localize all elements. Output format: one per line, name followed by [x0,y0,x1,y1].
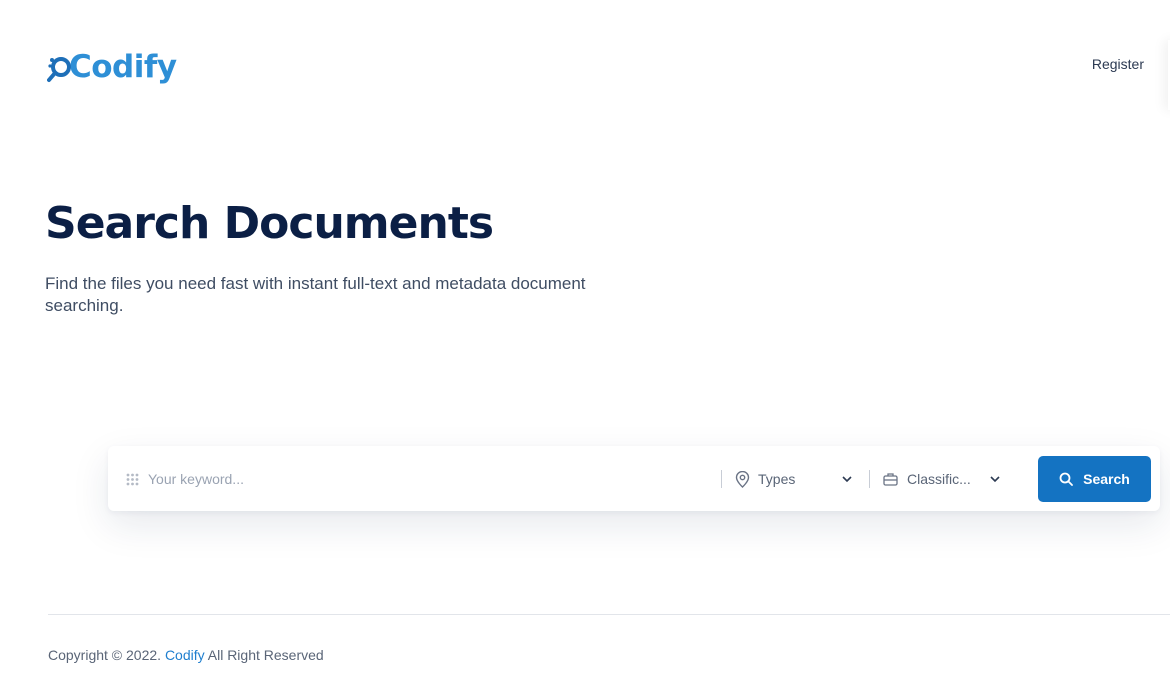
search-button-label: Search [1083,471,1130,487]
footer-brand-link[interactable]: Codify [165,647,205,663]
divider [721,470,722,488]
classification-select[interactable]: Classific... [883,468,993,490]
search-bar: Types Classific... Search [108,446,1160,511]
logo[interactable]: Codify [47,48,177,86]
page-subtitle: Find the files you need fast with instan… [45,274,586,315]
chevron-down-icon[interactable] [989,472,1001,484]
page-title: Search Documents [45,198,494,249]
search-icon [1059,472,1074,486]
copyright-prefix: Copyright © 2022. [48,647,162,663]
classification-label: Classific... [907,471,971,487]
footer-divider [48,614,1170,615]
divider [869,470,870,488]
grid-dots-icon [126,473,139,486]
magnifier-logo-icon [47,50,71,84]
keyword-input[interactable] [148,468,708,490]
map-pin-icon [735,470,750,488]
copyright-suffix: All Right Reserved [207,647,324,663]
search-button[interactable]: Search [1038,456,1151,502]
logo-text: Codify [69,48,177,85]
briefcase-icon [883,472,898,486]
chevron-down-icon[interactable] [841,472,853,484]
footer-copyright: Copyright © 2022. Codify All Right Reser… [48,647,324,663]
types-select[interactable]: Types [735,468,855,490]
types-label: Types [758,471,796,487]
register-link[interactable]: Register [1092,56,1144,72]
